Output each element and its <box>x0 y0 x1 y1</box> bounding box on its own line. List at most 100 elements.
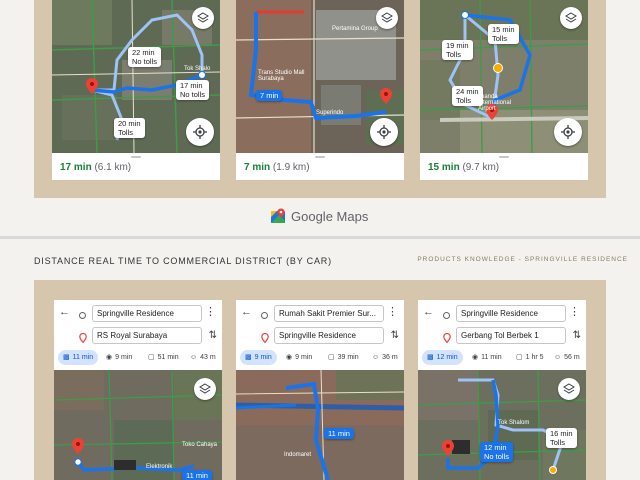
eta-time: 17 min <box>60 162 92 173</box>
mode-car[interactable]: ▩ 9 min <box>240 350 277 365</box>
brand-name: Google Maps <box>291 208 369 224</box>
transit-icon: ▢ <box>516 354 523 361</box>
mode-transit[interactable]: ▢ 51 min <box>148 350 179 365</box>
motorbike-icon: ◉ <box>286 354 293 361</box>
swap-icon[interactable]: ⇅ <box>391 330 399 341</box>
origin-field[interactable]: Springville Residence <box>92 305 202 322</box>
swap-icon[interactable]: ⇅ <box>209 330 217 341</box>
route-bubble[interactable]: 20 min Tolls <box>114 118 145 138</box>
map-label: Toko Cahaya <box>182 442 218 448</box>
my-location-button[interactable] <box>186 118 214 146</box>
bottom-maps-panel: ← Springville Residence RS Royal Surabay… <box>34 280 606 480</box>
more-options-icon[interactable]: ⋮ <box>569 305 580 318</box>
route-bubble-selected[interactable]: 11 min <box>182 470 212 480</box>
map-label: Elektronik <box>146 464 173 470</box>
layers-button[interactable] <box>194 378 216 400</box>
car-icon: ▩ <box>245 354 252 361</box>
car-icon: ▩ <box>63 354 70 361</box>
route-card-3[interactable]: 19 min Tolls 15 min Tolls 24 min Tolls Juan… <box>420 0 588 180</box>
directions-screen-3: ← Springville Residence Gerbang Tol Berb… <box>418 300 586 480</box>
destination-pin-icon <box>79 333 87 343</box>
walk-icon: ☺ <box>372 354 380 361</box>
directions-screen-2: ← Rumah Sakit Premier Sur... Springville… <box>236 300 404 480</box>
origin-field[interactable]: Springville Residence <box>456 305 566 322</box>
eta-time: 15 min <box>428 162 460 173</box>
directions-header: ← Springville Residence Gerbang Tol Berb… <box>418 300 586 348</box>
destination-field[interactable]: RS Royal Surabaya <box>92 327 202 344</box>
sheet-handle[interactable] <box>315 156 325 158</box>
sheet-handle[interactable] <box>499 156 509 158</box>
motorbike-icon: ◉ <box>106 354 113 361</box>
back-arrow-icon[interactable]: ← <box>59 306 70 318</box>
motorbike-icon: ◉ <box>472 354 479 361</box>
sheet-handle[interactable] <box>131 156 141 158</box>
mode-walk[interactable]: ☺ 43 m <box>190 350 216 365</box>
crosshair-icon <box>561 125 575 139</box>
layers-icon <box>563 383 575 394</box>
mode-car[interactable]: ▩ 11 min <box>58 350 99 365</box>
origin-field[interactable]: Rumah Sakit Premier Sur... <box>274 305 384 322</box>
walk-icon: ☺ <box>554 354 562 361</box>
destination-pin-icon <box>261 333 269 343</box>
map-label: Indomaret <box>284 452 312 458</box>
mode-car[interactable]: ▩ 12 min <box>422 350 463 365</box>
map-label: Juanda International Airport <box>478 94 512 112</box>
mode-walk[interactable]: ☺ 56 m <box>554 350 580 365</box>
directions-header: ← Rumah Sakit Premier Sur... Springville… <box>236 300 404 348</box>
top-maps-panel: 22 min No tolls 17 min No tolls 20 min Toll… <box>34 0 606 198</box>
map-label: Tok Shalo <box>184 66 211 72</box>
mode-motorbike[interactable]: ◉ 9 min <box>106 350 132 365</box>
route-card-2[interactable]: 7 min Pertamina Group Trans Studio Mall … <box>236 0 404 180</box>
slide-tag: PRODUCTS KNOWLEDGE - SPRINGVILLE RESIDEN… <box>417 256 628 263</box>
bottom-slide: DISTANCE REAL TIME TO COMMERCIAL DISTRIC… <box>0 239 640 480</box>
layers-button[interactable] <box>192 7 214 29</box>
layers-button[interactable] <box>376 7 398 29</box>
mode-walk[interactable]: ☺ 36 m <box>372 350 398 365</box>
route-summary[interactable]: 17 min (6.1 km) <box>52 153 220 180</box>
layers-icon <box>565 12 577 23</box>
more-options-icon[interactable]: ⋮ <box>205 305 216 318</box>
origin-dot-icon <box>261 312 268 319</box>
my-location-button[interactable] <box>370 118 398 146</box>
directions-screen-1: ← Springville Residence RS Royal Surabay… <box>54 300 222 480</box>
destination-field[interactable]: Gerbang Tol Berbek 1 <box>456 327 566 344</box>
route-bubble[interactable]: 17 min No tolls <box>176 80 210 100</box>
route-bubble-selected[interactable]: 11 min <box>324 428 354 439</box>
crosshair-icon <box>193 125 207 139</box>
mode-transit[interactable]: ▢ 39 min <box>328 350 359 365</box>
transit-icon: ▢ <box>148 354 155 361</box>
route-bubble-selected[interactable]: 7 min <box>256 90 283 101</box>
travel-modes: ▩ 12 min ◉ 11 min ▢ 1 hr 5 ☺ 56 m <box>418 350 586 367</box>
layers-icon <box>197 12 209 23</box>
eta-distance: (9.7 km) <box>462 162 500 173</box>
mode-motorbike[interactable]: ◉ 11 min <box>472 350 502 365</box>
satellite-map-5[interactable] <box>236 370 404 480</box>
more-options-icon[interactable]: ⋮ <box>387 305 398 318</box>
route-card-1[interactable]: 22 min No tolls 17 min No tolls 20 min Toll… <box>52 0 220 180</box>
route-bubble-selected[interactable]: 12 min No tolls <box>480 442 514 462</box>
layers-button[interactable] <box>558 378 580 400</box>
destination-field[interactable]: Springville Residence <box>274 327 384 344</box>
route-bubble[interactable]: 16 min Tolls <box>546 428 577 448</box>
walk-icon: ☺ <box>190 354 198 361</box>
route-bubble[interactable]: 19 min Tolls <box>442 40 473 60</box>
my-location-button[interactable] <box>554 118 582 146</box>
swap-icon[interactable]: ⇅ <box>573 330 581 341</box>
eta-time: 7 min <box>244 162 271 173</box>
directions-header: ← Springville Residence RS Royal Surabay… <box>54 300 222 348</box>
crosshair-icon <box>377 125 391 139</box>
mode-motorbike[interactable]: ◉ 9 min <box>286 350 312 365</box>
route-bubble[interactable]: 15 min Tolls <box>488 24 519 44</box>
origin-dot-icon <box>79 312 86 319</box>
map-label: Tok Shalom <box>498 420 530 426</box>
mode-transit[interactable]: ▢ 1 hr 5 <box>516 350 544 365</box>
layers-button[interactable] <box>560 7 582 29</box>
back-arrow-icon[interactable]: ← <box>423 306 434 318</box>
slide-title: DISTANCE REAL TIME TO COMMERCIAL DISTRIC… <box>34 256 332 266</box>
google-maps-brand: Google Maps <box>270 206 368 226</box>
route-summary[interactable]: 7 min (1.9 km) <box>236 153 404 180</box>
presentation-page: 22 min No tolls 17 min No tolls 20 min Toll… <box>0 0 640 480</box>
route-bubble[interactable]: 22 min No tolls <box>128 47 162 67</box>
back-arrow-icon[interactable]: ← <box>241 306 252 318</box>
route-summary[interactable]: 15 min (9.7 km) <box>420 153 588 180</box>
